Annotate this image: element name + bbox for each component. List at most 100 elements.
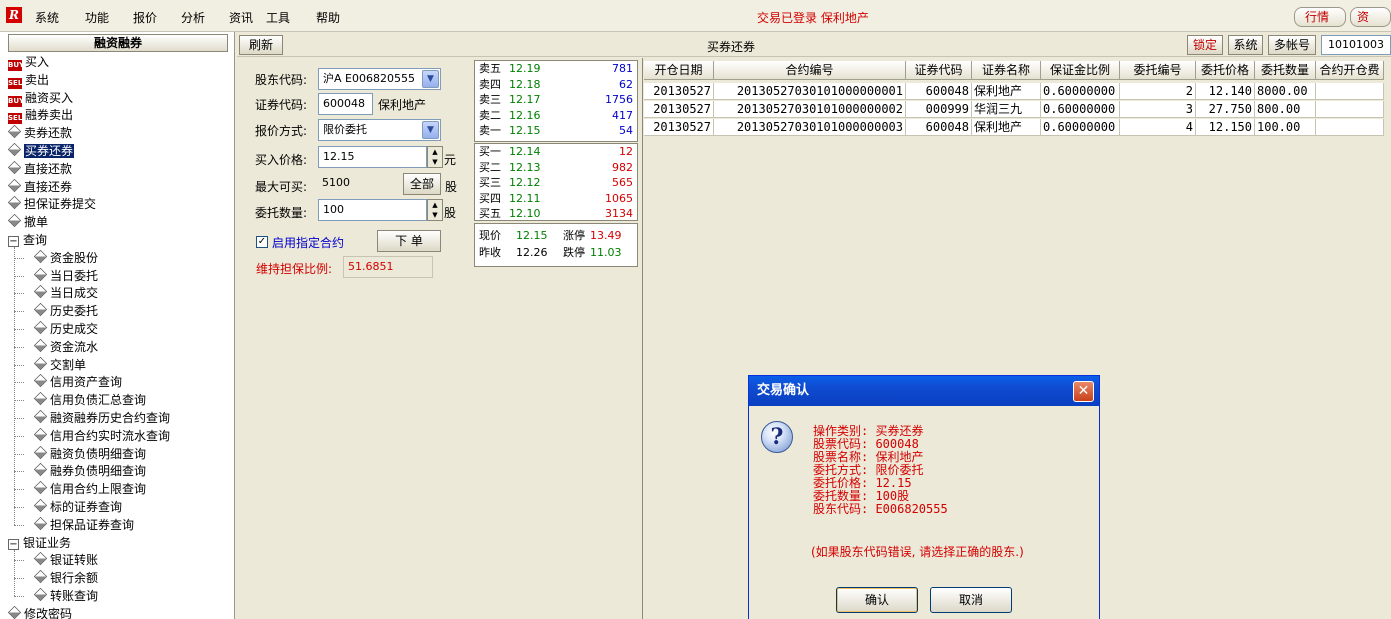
quantity-stepper[interactable]: ▲ ▼ [427,199,443,221]
table-cell: 保利地产 [972,119,1041,136]
multi-account-button[interactable]: 多帐号 [1268,35,1316,55]
tree-connector [14,453,24,455]
ask-row[interactable]: 卖二 12.16 417 [479,109,633,122]
quantity-input[interactable]: 100 [318,199,427,221]
tree-item[interactable]: 融资负债明细查询 [33,445,146,463]
tree-item[interactable]: − 银证业务 [8,534,71,552]
close-icon[interactable]: ✕ [1073,381,1094,402]
tree-item[interactable]: 卖券还款 [7,124,72,142]
menu-analysis[interactable]: 分析 [181,9,205,26]
menu-news[interactable]: 资讯 [229,9,253,26]
bid-row[interactable]: 买三 12.12 565 [479,177,633,189]
tree-item[interactable]: 修改密码 [7,605,73,619]
column-header[interactable]: 开仓日期 [644,61,714,80]
table-cell: 20130527030101000000002 [714,101,906,118]
tree-item[interactable]: 银行余额 [33,569,98,587]
tree-item[interactable]: 直接还款 [7,160,72,178]
cancel-button[interactable]: 取消 [930,587,1012,613]
tree-item[interactable]: 转账查询 [33,587,98,605]
tree-item-label: 担保品证券查询 [50,517,135,532]
bid-row[interactable]: 买五 12.10 3134 [479,208,633,220]
tree-item[interactable]: 撤单 [7,213,48,231]
menu-tools[interactable]: 工具 [266,9,290,26]
shareholder-select[interactable]: 沪A E006820555 ▼ [318,68,441,90]
tree-item[interactable]: BUY买入 [8,53,49,71]
dialog-line-holder: 股东代码: E006820555 [813,502,948,516]
tree-item[interactable]: BUY融资买入 [8,89,73,107]
ask-row[interactable]: 卖四 12.18 62 [479,78,633,91]
tree-item[interactable]: 历史成交 [33,320,98,338]
tree-connector [14,346,24,348]
column-header[interactable]: 证券名称 [972,61,1041,80]
column-header[interactable]: 合约开仓费 [1316,61,1384,80]
refresh-button[interactable]: 刷新 [239,35,283,55]
collapse-icon[interactable]: − [8,236,19,247]
limit-up-price: 13.49 [590,229,622,242]
chevron-down-icon[interactable]: ▼ [422,121,439,139]
price-input[interactable]: 12.15 [318,146,427,168]
tree-item[interactable]: 融资融券历史合约查询 [33,409,170,427]
menu-function[interactable]: 功能 [85,9,109,26]
ask-row[interactable]: 卖一 12.15 54 [479,125,633,137]
chevron-down-icon[interactable]: ▼ [422,70,439,88]
order-type-select[interactable]: 限价委托 ▼ [318,119,441,141]
confirm-dialog: 交易确认 ✕ ? 操作类别: 买券还券 股票代码: 600048 股票名称: 保… [748,375,1100,619]
collapse-icon[interactable]: − [8,538,19,550]
tree-item[interactable]: 信用负债汇总查询 [33,391,146,409]
tree-item[interactable]: 信用合约上限查询 [33,480,146,498]
tree-item-label: 直接还券 [24,179,73,194]
tree-connector [14,247,15,525]
tree-item[interactable]: 资金股份 [33,249,98,267]
tree-title: 融资融券 [8,34,228,52]
tree-item[interactable]: 资金流水 [33,338,99,356]
stock-name: 保利地产 [378,98,427,112]
tree-item[interactable]: 银证转账 [33,551,98,569]
column-header[interactable]: 委托数量 [1255,61,1316,80]
info-button[interactable]: 资 [1350,7,1391,27]
bid-row[interactable]: 买四 12.11 1065 [479,191,633,205]
tree-item[interactable]: 担保品证券查询 [33,516,135,534]
column-header[interactable]: 委托编号 [1120,61,1196,80]
contract-checkbox[interactable]: ✓ [256,236,268,248]
column-header[interactable]: 委托价格 [1196,61,1255,80]
table-cell: 12.140 [1196,83,1255,100]
tree-item[interactable]: 直接还券 [7,178,73,196]
price-stepper[interactable]: ▲ ▼ [427,146,443,168]
bid-row[interactable]: 买二 12.13 982 [479,161,633,174]
all-button[interactable]: 全部 [403,173,441,195]
tree-item[interactable]: 当日委托 [33,267,98,285]
tree-item[interactable]: 标的证券查询 [33,498,122,516]
bid-price: 12.11 [509,191,541,205]
tree-item[interactable]: 当日成交 [33,284,98,302]
lock-button[interactable]: 锁定 [1187,35,1223,55]
tree-item[interactable]: SELL卖出 [8,71,49,89]
tree-item[interactable]: 担保证券提交 [7,195,96,213]
tree-item[interactable]: 融券负债明细查询 [33,462,146,480]
bid-row[interactable]: 买一 12.14 12 [479,146,633,158]
system-button[interactable]: 系统 [1228,35,1263,55]
menu-system[interactable]: 系统 [35,9,59,26]
tree-item-label: 资金流水 [50,339,99,354]
tree-item[interactable]: 交割单 [33,356,86,374]
tree-item[interactable]: 信用资产查询 [33,373,122,391]
submit-order-button[interactable]: 下 单 [377,230,441,252]
code-input[interactable]: 600048 [318,93,373,115]
prev-close-price: 12.26 [516,246,548,259]
ask-row[interactable]: 卖三 12.17 1756 [479,94,633,106]
tree-item[interactable]: 历史委托 [33,302,98,320]
menu-help[interactable]: 帮助 [316,9,340,26]
shareholder-value: 沪A E006820555 [323,72,415,85]
account-select[interactable]: 10101003 [1321,35,1391,55]
tree-item-label: 修改密码 [24,606,73,619]
confirm-button[interactable]: 确认 [836,587,918,613]
quote-button[interactable]: 行情 [1294,7,1346,27]
column-header[interactable]: 证券代码 [906,61,972,80]
menu-quote[interactable]: 报价 [133,9,157,26]
ask-row[interactable]: 卖五 12.19 781 [479,63,633,75]
tree-item[interactable]: 信用合约实时流水查询 [33,427,170,445]
price-summary: 现价 12.15 涨停 13.49 昨收 12.26 跌停 11.03 [474,223,638,267]
column-header[interactable]: 合约编号 [714,61,906,80]
tree-item[interactable]: SELL融券卖出 [8,106,73,125]
column-header[interactable]: 保证金比例 [1041,61,1120,80]
tree-item[interactable]: 买券还券 [7,142,75,160]
